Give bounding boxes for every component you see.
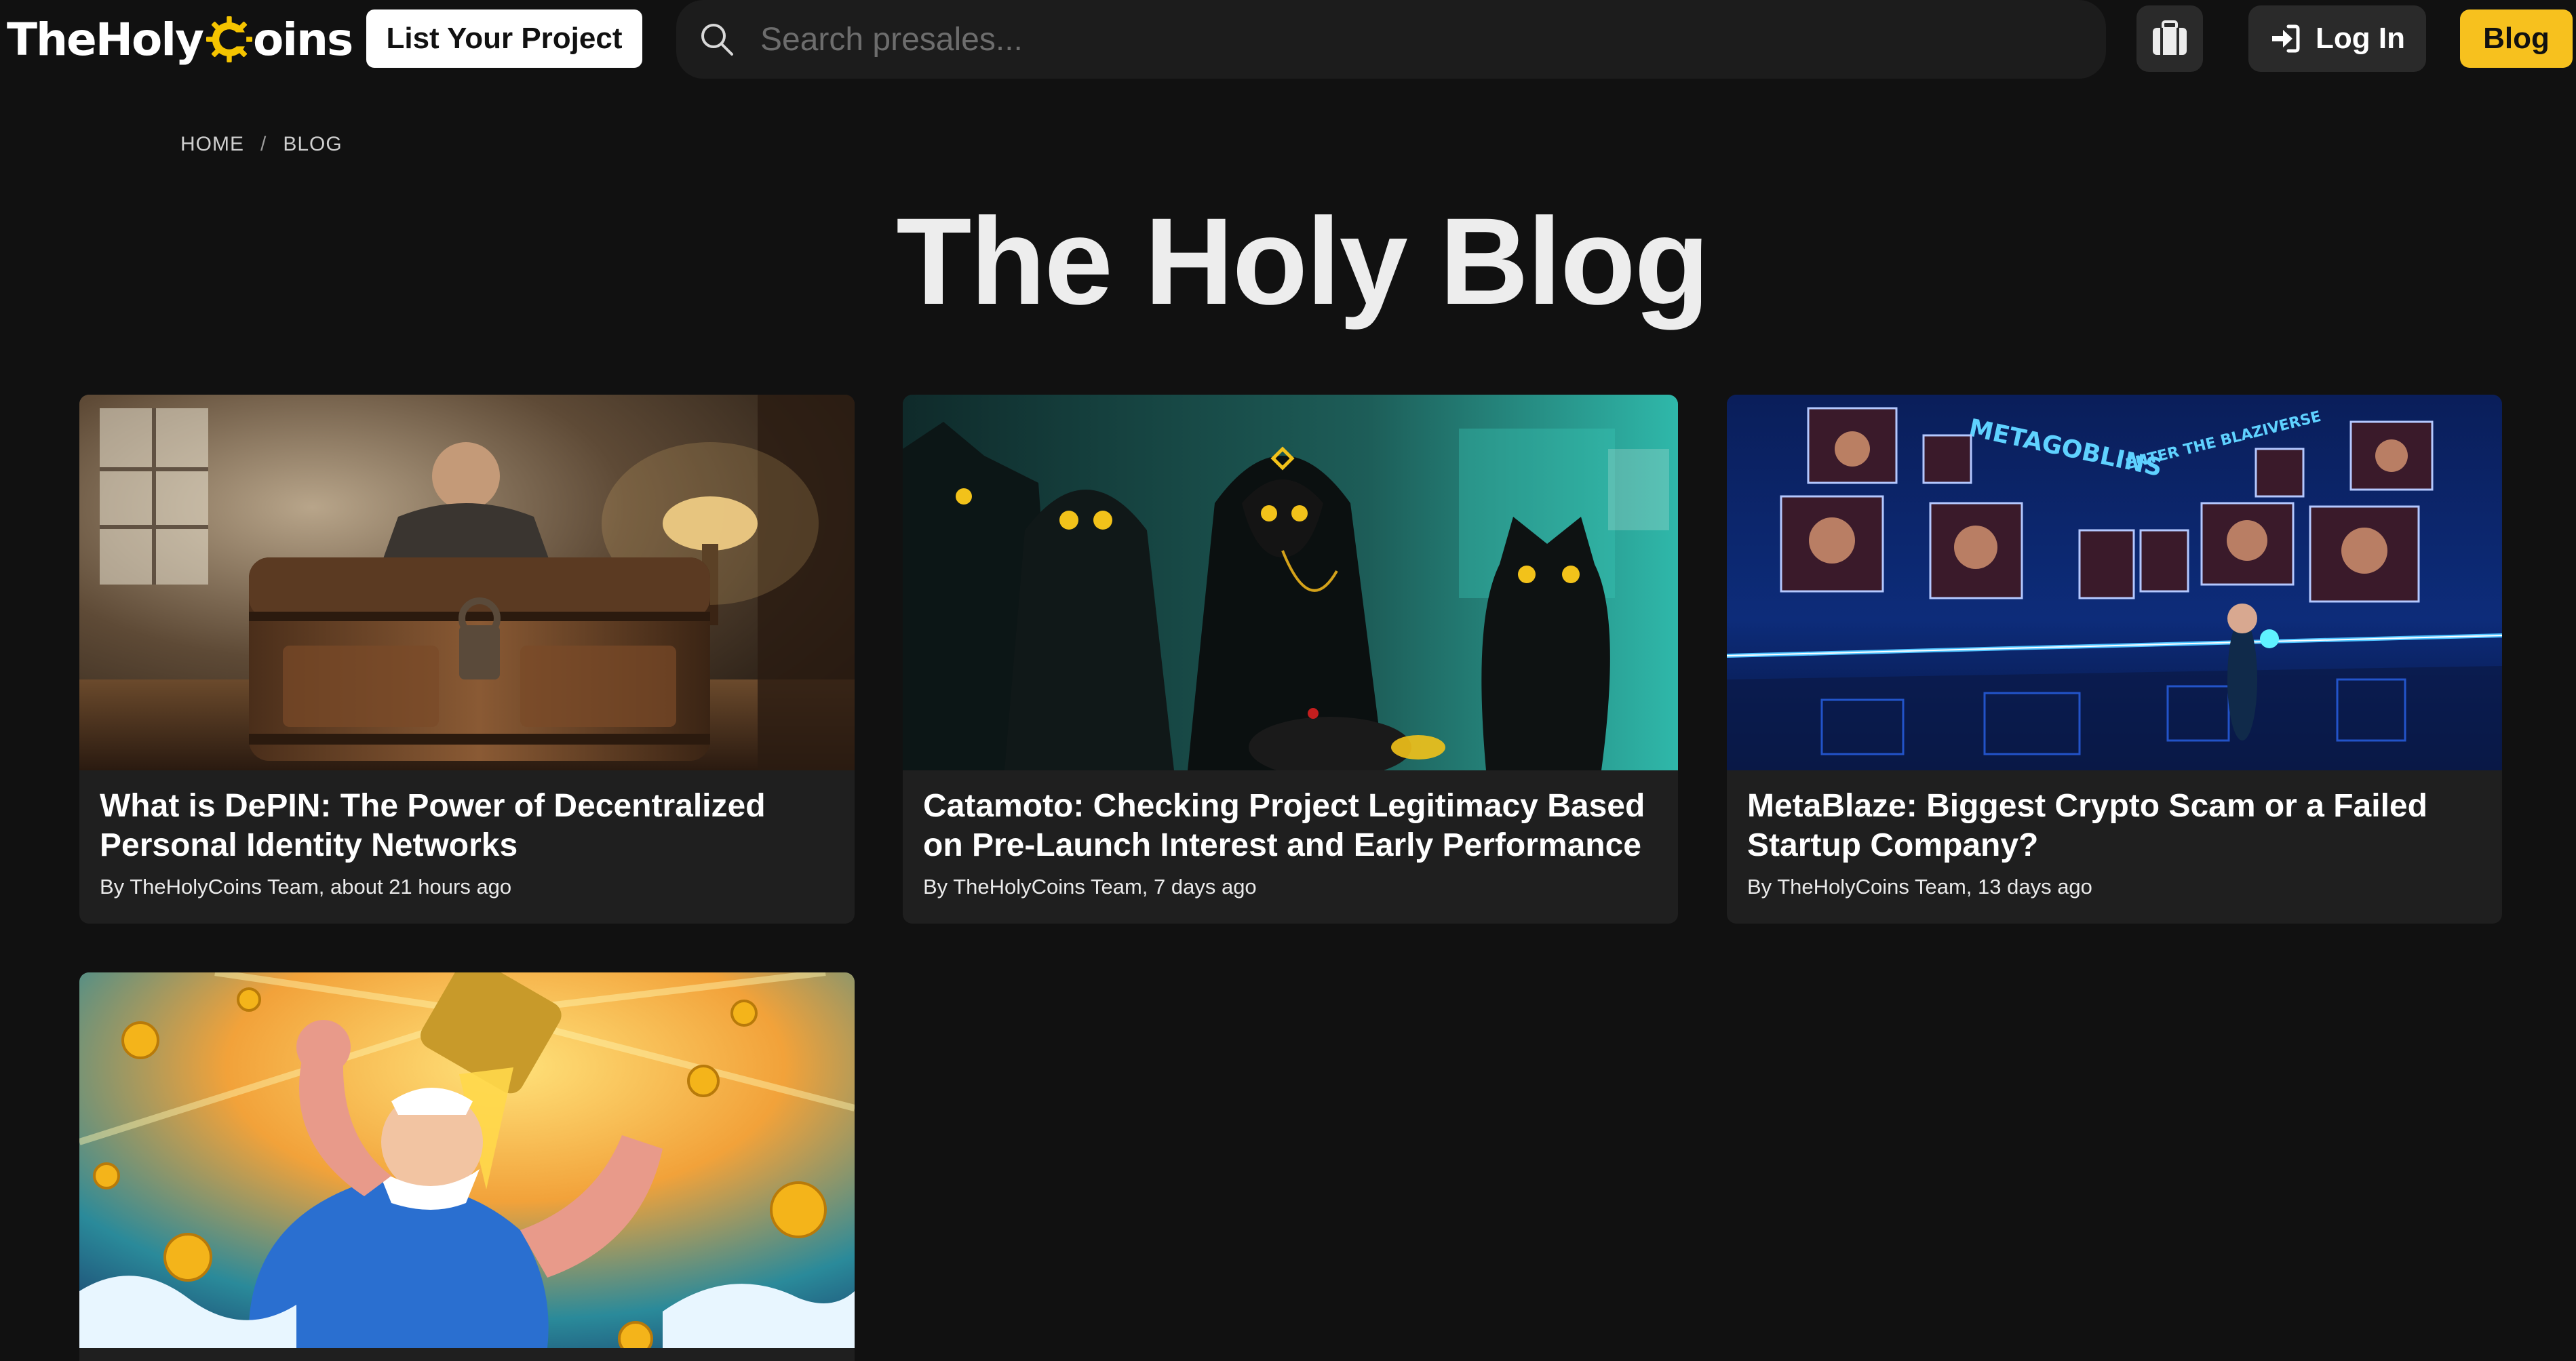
login-button[interactable]: Log In (2248, 5, 2426, 72)
sailor-coins-image[interactable] (79, 972, 855, 1348)
black-cats-image[interactable] (903, 395, 1678, 770)
metagoblins-room-image[interactable]: METAGOBLINS ENTER THE BLAZIVERSE (1727, 395, 2502, 770)
search-input[interactable] (760, 14, 2049, 65)
list-your-project-button[interactable]: List Your Project (366, 9, 642, 68)
top-navbar: TheHoly oins List Your Project Search pr… (0, 0, 2576, 79)
blog-post-card[interactable]: METAGOBLINS ENTER THE BLAZIVERSE MetaBla… (1727, 395, 2502, 924)
post-title[interactable]: Catamoto: Checking Project Legitimacy Ba… (923, 787, 1658, 865)
post-meta: By TheHolyCoins Team, 13 days ago (1747, 875, 2092, 899)
breadcrumb: HOME / BLOG (180, 133, 343, 156)
breadcrumb-separator: / (260, 133, 267, 155)
post-meta: By TheHolyCoins Team, about 21 hours ago (100, 875, 512, 899)
search-bar[interactable] (676, 0, 2106, 79)
page-title: The Holy Blog (896, 192, 1709, 330)
briefcase-icon (2153, 20, 2187, 55)
blog-nav-button[interactable]: Blog (2460, 9, 2573, 68)
breadcrumb-home-link[interactable]: HOME (180, 133, 244, 156)
login-label: Log In (2316, 22, 2405, 55)
logo-text-end: oins (253, 13, 353, 66)
site-logo[interactable]: TheHoly oins (7, 9, 353, 69)
post-meta: By TheHolyCoins Team, 7 days ago (923, 875, 1257, 899)
treasure-chest-image[interactable] (79, 395, 855, 770)
blog-post-card[interactable]: What is DePIN: The Power of Decentralize… (79, 395, 855, 924)
portfolio-button[interactable] (2136, 5, 2203, 72)
post-title[interactable]: MetaBlaze: Biggest Crypto Scam or a Fail… (1747, 787, 2482, 865)
breadcrumb-current: BLOG (283, 133, 343, 155)
login-icon (2272, 24, 2300, 53)
search-icon (701, 24, 733, 56)
coin-logo-icon (206, 16, 253, 63)
blog-post-card[interactable]: Catamoto: Checking Project Legitimacy Ba… (903, 395, 1678, 924)
logo-text-start: TheHoly (7, 13, 204, 66)
post-title[interactable]: What is DePIN: The Power of Decentralize… (100, 787, 834, 865)
blog-post-card[interactable] (79, 972, 855, 1361)
